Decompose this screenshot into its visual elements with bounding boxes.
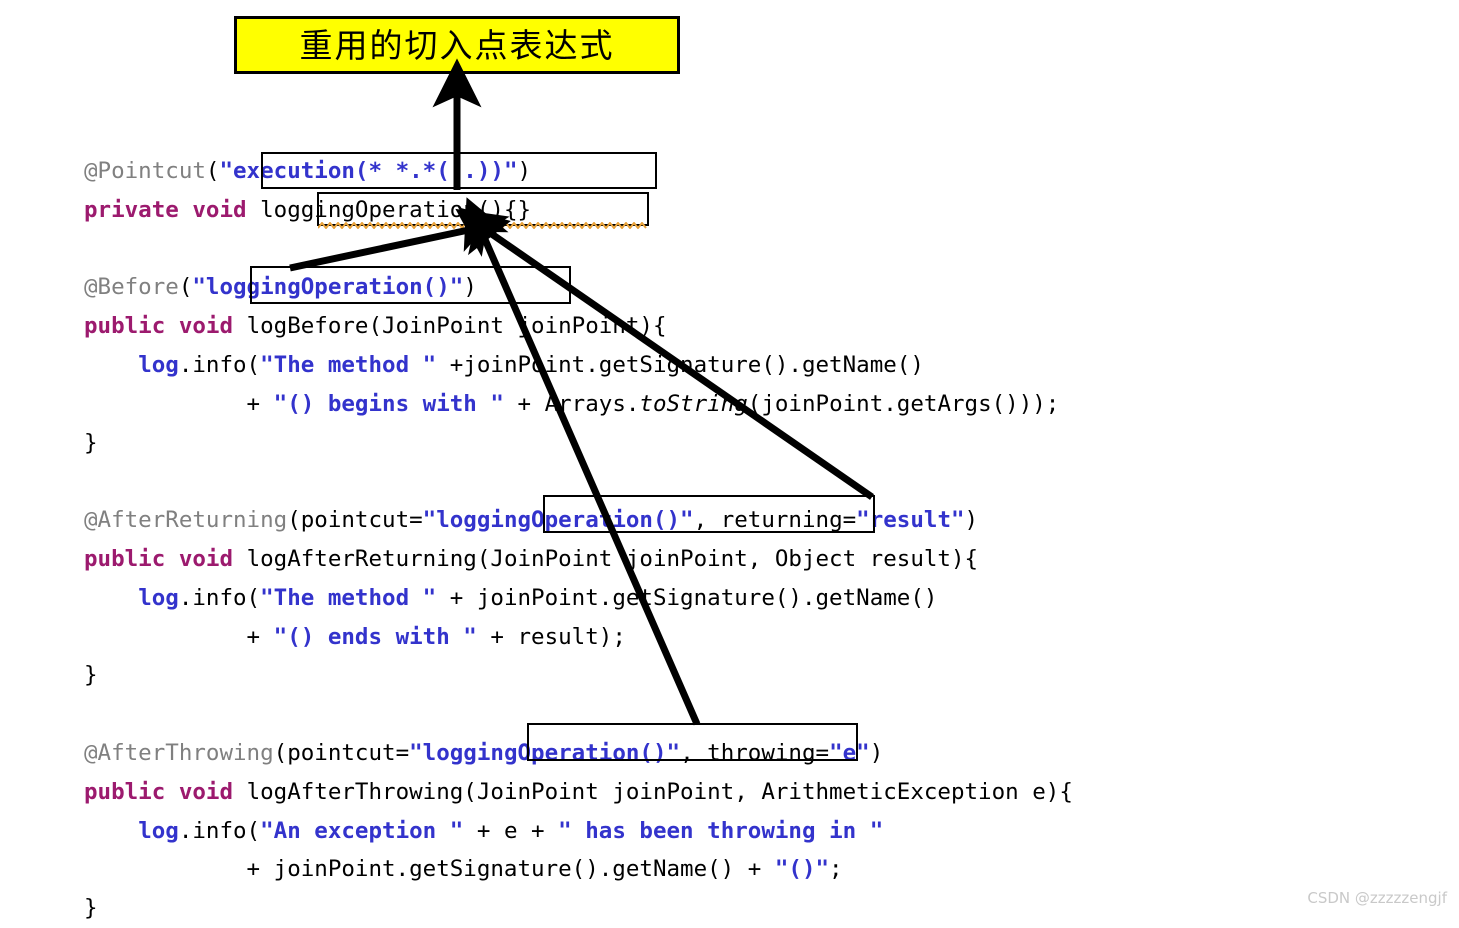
- code-token: + Arrays.: [503, 390, 640, 417]
- code-token: @Before: [84, 274, 179, 301]
- code-token: "An exception ": [260, 817, 464, 844]
- code-line: }: [84, 424, 1073, 463]
- code-line: log.info("The method " +joinPoint.getSig…: [84, 346, 1073, 385]
- code-token: log: [138, 817, 179, 844]
- callout-banner-label: 重用的切入点表达式: [299, 25, 615, 65]
- code-token: }: [84, 895, 98, 922]
- code-line: }: [84, 889, 1073, 928]
- code-token: "The method ": [260, 584, 437, 611]
- code-token: .info(: [178, 351, 261, 378]
- code-token: ;: [829, 856, 843, 883]
- code-token: }: [84, 662, 98, 689]
- code-token: "() ends with ": [273, 623, 477, 650]
- code-line: log.info("An exception " + e + " has bee…: [84, 812, 1073, 851]
- code-token: "()": [774, 856, 830, 883]
- code-line: }: [84, 656, 1073, 695]
- code-line: @AfterThrowing(pointcut="loggingOperatio…: [84, 734, 1073, 773]
- code-token: @Pointcut: [84, 158, 206, 184]
- code-line: public void logAfterThrowing(JoinPoint j…: [84, 773, 1073, 812]
- code-token: (: [205, 158, 220, 184]
- code-token: +: [84, 390, 274, 417]
- code-token: .info(: [178, 584, 261, 611]
- code-block: @Pointcut("execution(* *.*(..))") private…: [84, 152, 1073, 928]
- code-token: ): [517, 158, 532, 184]
- code-token: + joinPoint.getSignature().getName() +: [84, 856, 775, 883]
- code-token: +joinPoint.getSignature().getName(): [436, 351, 924, 378]
- code-line: public void logAfterReturning(JoinPoint …: [84, 540, 1073, 579]
- code-token: log: [138, 351, 179, 378]
- code-token: "loggingOperation()": [422, 507, 694, 534]
- code-line: + joinPoint.getSignature().getName() + "…: [84, 850, 1073, 889]
- code-line: public void logBefore(JoinPoint joinPoin…: [84, 307, 1073, 346]
- code-token: + joinPoint.getSignature().getName(): [436, 584, 938, 611]
- code-token: + e +: [463, 817, 559, 844]
- watermark: CSDN @zzzzzengjf: [1307, 889, 1447, 907]
- code-token: (pointcut=: [287, 507, 423, 534]
- code-token: " has been throwing in ": [558, 817, 884, 844]
- code-token: logAfterThrowing(JoinPoint joinPoint, Ar…: [246, 778, 1073, 805]
- code-token: + result);: [476, 623, 626, 650]
- code-token: logAfterReturning(JoinPoint joinPoint, O…: [246, 545, 979, 572]
- code-token: log: [138, 584, 179, 611]
- code-token: +: [84, 623, 274, 650]
- code-token: , returning=: [693, 507, 857, 534]
- code-token: @AfterReturning: [84, 507, 288, 534]
- code-line: @Before("loggingOperation()"): [84, 268, 1073, 307]
- code-token: private void: [84, 196, 261, 223]
- code-line: + "() begins with " + Arrays.toString(jo…: [84, 385, 1073, 424]
- code-token: @AfterThrowing: [84, 739, 274, 766]
- code-token: (: [178, 274, 193, 301]
- code-line: @Pointcut("execution(* *.*(..))"): [84, 152, 1073, 191]
- code-token: (pointcut=: [273, 739, 410, 766]
- code-token: logBefore(JoinPoint joinPoint){: [246, 313, 667, 340]
- code-token: "result": [856, 507, 965, 534]
- code-token: "e": [829, 739, 870, 766]
- code-token: loggingOperation(){}: [260, 196, 532, 223]
- code-token: ): [869, 739, 884, 766]
- code-token: "loggingOperation()": [192, 274, 464, 301]
- code-line: @AfterReturning(pointcut="loggingOperati…: [84, 501, 1073, 540]
- code-token: "The method ": [260, 351, 437, 378]
- code-token: "() begins with ": [273, 390, 504, 417]
- code-token: public void: [84, 778, 247, 805]
- code-line: log.info("The method " + joinPoint.getSi…: [84, 579, 1073, 618]
- code-token: public void: [84, 313, 247, 340]
- code-line: + "() ends with " + result);: [84, 618, 1073, 657]
- code-token: public void: [84, 545, 247, 572]
- callout-banner: 重用的切入点表达式: [234, 16, 680, 74]
- code-token: "execution(* *.*(..))": [219, 158, 518, 184]
- code-token: }: [84, 429, 98, 456]
- squiggly-underline-icon: [318, 222, 647, 229]
- code-token: ): [964, 507, 979, 534]
- code-token: , throwing=: [680, 739, 830, 766]
- code-token: ): [463, 274, 477, 301]
- code-token: "loggingOperation()": [409, 739, 681, 766]
- code-token: toString: [639, 390, 748, 417]
- code-token: (joinPoint.getArgs()));: [747, 390, 1060, 417]
- code-token: .info(: [178, 817, 261, 844]
